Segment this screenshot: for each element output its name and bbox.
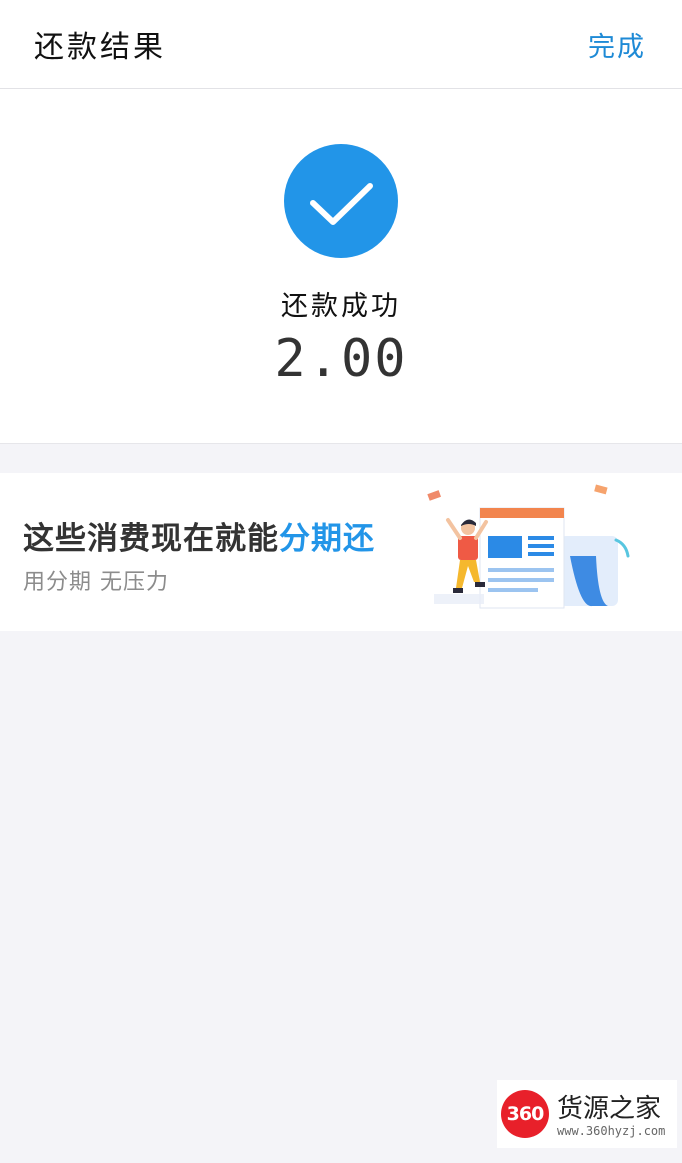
- watermark-url: www.360hyzj.com: [557, 1124, 666, 1138]
- page-title: 还款结果: [34, 30, 166, 65]
- done-button[interactable]: 完成: [588, 25, 646, 64]
- banner-subtitle: 用分期 无压力: [23, 570, 169, 595]
- celebrating-person-illustration: [420, 478, 640, 628]
- checkmark-circle-icon: [284, 144, 398, 258]
- result-card: 还款成功 2.00: [0, 89, 682, 444]
- banner-title-highlight: 分期还: [279, 521, 375, 557]
- installment-promo-banner[interactable]: 这些消费现在就能分期还 用分期 无压力: [0, 473, 682, 631]
- banner-title: 这些消费现在就能分期还: [23, 513, 375, 558]
- site-watermark: 360 货源之家 www.360hyzj.com: [497, 1080, 677, 1148]
- result-status-text: 还款成功: [281, 291, 401, 322]
- result-amount: 2.00: [274, 329, 408, 389]
- watermark-logo: 360: [501, 1090, 549, 1138]
- banner-title-prefix: 这些消费现在就能: [23, 521, 279, 557]
- watermark-name: 货源之家: [557, 1094, 662, 1124]
- header-bar: 还款结果 完成: [0, 0, 682, 89]
